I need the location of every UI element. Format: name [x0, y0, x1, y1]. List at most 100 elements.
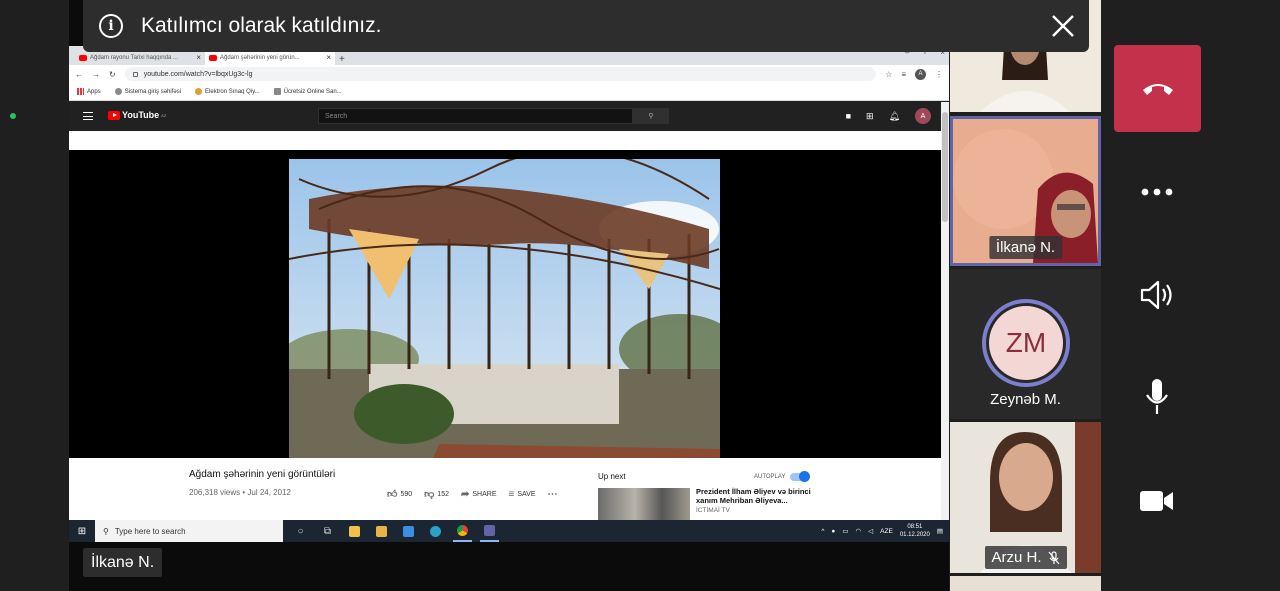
video-camera-icon: [1140, 491, 1173, 511]
dislike-button[interactable]: 👎︎ 152: [424, 488, 449, 500]
thumbs-down-icon: 👎︎: [424, 489, 435, 500]
bookmark-label: Elektron Sınaq Qiy...: [205, 88, 260, 95]
recommended-video-thumbnail[interactable]: [598, 488, 690, 520]
star-icon[interactable]: ☆: [885, 70, 892, 79]
like-button[interactable]: 👍︎ 590: [387, 488, 412, 500]
recommended-video-channel[interactable]: İCTİMAİ TV: [696, 507, 730, 514]
close-tab-icon[interactable]: ×: [196, 53, 201, 62]
scrollbar-thumb[interactable]: [942, 112, 948, 222]
dislike-count: 152: [437, 490, 449, 498]
active-speaker-name: İlkanə N.: [83, 548, 163, 577]
share-button[interactable]: ➦ SHARE: [461, 489, 497, 500]
playlist-icon[interactable]: ≡: [901, 70, 906, 79]
microphone-button[interactable]: [1137, 377, 1177, 417]
browser-account-icon[interactable]: A: [915, 68, 926, 80]
apps-icon[interactable]: ⊞: [866, 111, 874, 122]
share-label: SHARE: [472, 490, 497, 498]
status-dot: [10, 113, 16, 119]
edge-icon[interactable]: [426, 520, 445, 542]
search-icon: ⚲: [648, 113, 654, 120]
input-language[interactable]: AZE: [880, 528, 893, 535]
speaker-button[interactable]: [1137, 275, 1177, 315]
save-label: SAVE: [517, 490, 536, 498]
video-player[interactable]: [69, 150, 941, 468]
url-field[interactable]: youtube.com/watch?v=lbqxUg3c-lg: [124, 67, 877, 81]
clock-date: 01.12.2020: [899, 532, 930, 538]
teams-icon[interactable]: [480, 520, 499, 542]
bookmark-apps[interactable]: Apps: [77, 88, 101, 95]
store-icon[interactable]: [372, 520, 391, 542]
hang-up-button[interactable]: [1114, 45, 1201, 132]
participant-tile-5-partial[interactable]: [950, 576, 1101, 591]
search-icon: ⚲: [103, 526, 109, 536]
youtube-header: YouTube AZ Search ⚲ ■ ⊞ 🔔︎ A: [69, 101, 949, 131]
youtube-search-input[interactable]: Search: [318, 108, 633, 124]
battery-icon[interactable]: ▭: [842, 527, 848, 535]
bookmark-item[interactable]: Sistema giriş səhifəsi: [114, 88, 181, 95]
more-actions-button[interactable]: ⋯: [548, 489, 558, 500]
close-icon[interactable]: [1049, 12, 1077, 40]
participant-tile-4[interactable]: Arzu H.: [950, 422, 1101, 573]
action-center-icon[interactable]: ▤: [937, 527, 943, 535]
volume-tray-icon[interactable]: ◁: [868, 527, 873, 535]
like-count: 590: [400, 490, 413, 498]
menu-dots-icon[interactable]: ⋮: [935, 70, 943, 79]
apps-grid-icon: [77, 88, 84, 95]
tray-chevron-icon[interactable]: ^: [821, 528, 824, 535]
thumbs-up-icon: 👍︎: [387, 489, 398, 500]
video-frame: [289, 159, 720, 468]
up-next-label: Up next: [598, 472, 626, 481]
region-code: AZ: [161, 112, 167, 118]
participant-name-tag: İlkanə N.: [988, 236, 1063, 259]
youtube-logo[interactable]: YouTube AZ: [108, 110, 166, 120]
cortana-icon[interactable]: ○: [291, 520, 310, 542]
youtube-header-actions: ■ ⊞ 🔔︎ A: [846, 108, 931, 124]
meeting-controls: [1101, 0, 1280, 591]
camera-button[interactable]: [1137, 481, 1177, 521]
bookmark-item[interactable]: Ücretsiz Online San...: [273, 88, 342, 95]
windows-start-icon[interactable]: ⊞: [69, 520, 95, 542]
reload-icon[interactable]: ↻: [109, 70, 116, 79]
taskbar-clock[interactable]: 08:51 01.12.2020: [900, 523, 930, 539]
participant-tile-2[interactable]: İlkanə N.: [950, 116, 1101, 266]
taskbar-apps: ○ ⧉: [291, 520, 499, 542]
wifi-icon[interactable]: ◠: [855, 527, 861, 535]
browser-tab-1[interactable]: Ağdam rayonu Tarixi haqqında ... ×: [75, 50, 205, 65]
taskbar-search-placeholder: Type here to search: [114, 526, 186, 536]
page-scrollbar[interactable]: [941, 102, 949, 520]
share-icon: ➦: [460, 488, 470, 500]
close-tab-icon[interactable]: ×: [326, 53, 331, 62]
save-playlist-icon: ≡: [508, 488, 515, 500]
back-icon[interactable]: ←: [75, 70, 83, 79]
microphone-tray-icon[interactable]: ●: [831, 528, 835, 535]
more-dots-icon: ⋯: [547, 488, 558, 500]
forward-icon[interactable]: →: [92, 70, 100, 79]
more-options-button[interactable]: [1137, 172, 1177, 212]
lock-icon: [132, 71, 138, 77]
video-info-section: Ağdam şəhərinin yeni görüntüləri 206,318…: [69, 458, 941, 520]
notification-message: Katılımcı olarak katıldınız.: [141, 14, 382, 37]
speaker-icon: [1140, 280, 1172, 310]
teams-meeting-window: Ağdam rayonu Tarixi haqqında ... × Ağdam…: [0, 0, 1280, 591]
taskbar-search[interactable]: ⚲ Type here to search: [95, 520, 283, 542]
video-actions: 👍︎ 590 👎︎ 152 ➦ SHARE ≡ SAVE ⋯: [387, 488, 558, 501]
youtube-search-button[interactable]: ⚲: [633, 108, 669, 124]
youtube-account-avatar[interactable]: A: [915, 108, 931, 124]
hamburger-menu-icon[interactable]: [83, 112, 93, 120]
browser-tab-2[interactable]: Ağdam şəhərinin yeni görün... ×: [205, 50, 335, 65]
avatar: ZM: [989, 306, 1063, 380]
chrome-icon[interactable]: [453, 520, 472, 542]
task-view-icon[interactable]: ⧉: [318, 520, 337, 542]
bookmark-item[interactable]: Elektron Sınaq Qiy...: [195, 88, 260, 95]
video-title: Ağdam şəhərinin yeni görüntüləri: [189, 469, 336, 480]
notifications-bell-icon[interactable]: 🔔︎: [889, 111, 900, 122]
site-icon: [114, 88, 122, 95]
save-button[interactable]: ≡ SAVE: [509, 489, 536, 500]
participant-tile-3[interactable]: ZM Zeynəb M.: [950, 269, 1101, 419]
mail-icon[interactable]: [399, 520, 418, 542]
recommended-video-title[interactable]: Prezident İlham Əliyev və birinci xanım …: [696, 487, 821, 505]
autoplay-toggle[interactable]: [790, 471, 811, 482]
file-explorer-icon[interactable]: [345, 520, 364, 542]
create-video-icon[interactable]: ■: [846, 111, 851, 121]
new-tab-icon[interactable]: +: [339, 54, 345, 65]
